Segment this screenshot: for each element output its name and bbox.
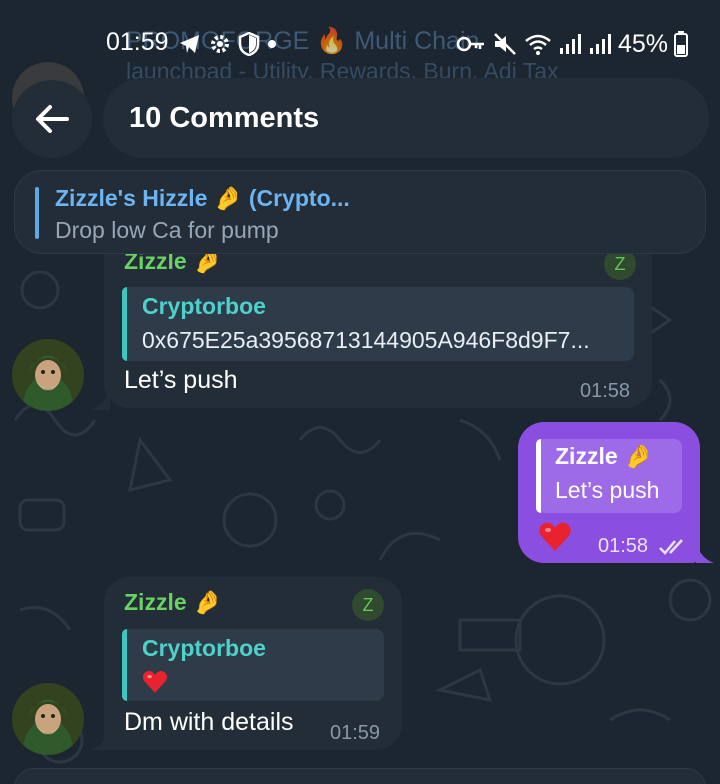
message-input-bar[interactable] bbox=[14, 768, 706, 784]
double-check-icon bbox=[658, 538, 688, 556]
message-text: Let’s push bbox=[124, 366, 238, 394]
dot-icon bbox=[266, 38, 278, 50]
status-time: 01:59 bbox=[106, 28, 169, 56]
status-bar: PROMOFORGE 🔥 Multi Chain launchpad - Uti… bbox=[0, 0, 720, 134]
reply-accent bbox=[122, 629, 127, 701]
battery-icon bbox=[674, 31, 689, 57]
bubble-tail bbox=[696, 542, 714, 563]
reply-sender-name: Cryptorboe bbox=[142, 293, 266, 319]
status-icons-right: 45% bbox=[456, 28, 689, 60]
reply-accent bbox=[536, 439, 541, 513]
message-time: 01:58 bbox=[598, 535, 649, 557]
pinned-text: Drop low Ca for pump bbox=[55, 217, 279, 243]
telegram-icon bbox=[178, 32, 202, 56]
reaction-heart[interactable] bbox=[538, 520, 572, 554]
pinned-message-bar-overlay[interactable]: Zizzle's Hizzle 🤌 (Crypto... Drop low Ca… bbox=[14, 170, 706, 254]
bubble-tail bbox=[90, 728, 110, 750]
message-text: Dm with details bbox=[124, 708, 294, 736]
admin-badge: Z bbox=[352, 589, 384, 621]
sender-name[interactable]: Zizzle 🤌 bbox=[124, 589, 222, 616]
reply-preview[interactable]: Zizzle 🤌 Let’s push bbox=[536, 439, 682, 513]
bubble-tail bbox=[90, 388, 110, 410]
arrow-left-icon bbox=[35, 104, 69, 134]
message-bubble[interactable]: Zizzle 🤌 Z Cryptorboe 0x675E25a395687131… bbox=[104, 232, 652, 408]
battery-percent: 45% bbox=[618, 29, 669, 58]
reply-preview[interactable]: Cryptorboe bbox=[122, 629, 384, 701]
signal-icon bbox=[588, 32, 612, 56]
page-title: 10 Comments bbox=[129, 101, 320, 134]
key-icon bbox=[456, 34, 486, 54]
status-icons-left bbox=[178, 28, 278, 60]
wifi-icon bbox=[524, 32, 552, 56]
reply-sender-name: Cryptorboe bbox=[142, 635, 266, 661]
reply-sender-name: Zizzle 🤌 bbox=[555, 443, 653, 469]
back-button[interactable] bbox=[12, 80, 92, 158]
mute-icon bbox=[492, 32, 518, 56]
avatar[interactable] bbox=[12, 683, 84, 755]
comments-header: 10 Comments bbox=[103, 78, 709, 158]
reply-accent bbox=[122, 287, 127, 361]
avatar[interactable] bbox=[12, 339, 84, 411]
signal-icon bbox=[558, 32, 582, 56]
gear-icon bbox=[208, 32, 232, 56]
message-time: 01:59 bbox=[330, 722, 381, 744]
outgoing-message-bubble[interactable]: Zizzle 🤌 Let’s push 01:58 bbox=[518, 422, 700, 563]
shield-icon bbox=[238, 32, 260, 56]
message-time: 01:58 bbox=[580, 380, 631, 402]
pinned-accent bbox=[35, 187, 39, 239]
message-bubble[interactable]: Zizzle 🤌 Z Cryptorboe Dm with details 01… bbox=[104, 577, 402, 750]
reply-text bbox=[142, 669, 170, 695]
reply-text: Let’s push bbox=[555, 477, 660, 503]
reply-preview[interactable]: Cryptorboe 0x675E25a39568713144905A946F8… bbox=[122, 287, 634, 361]
reply-text: 0x675E25a39568713144905A946F8d9F7... bbox=[142, 327, 590, 353]
pinned-title: Zizzle's Hizzle 🤌 (Crypto... bbox=[55, 185, 350, 211]
